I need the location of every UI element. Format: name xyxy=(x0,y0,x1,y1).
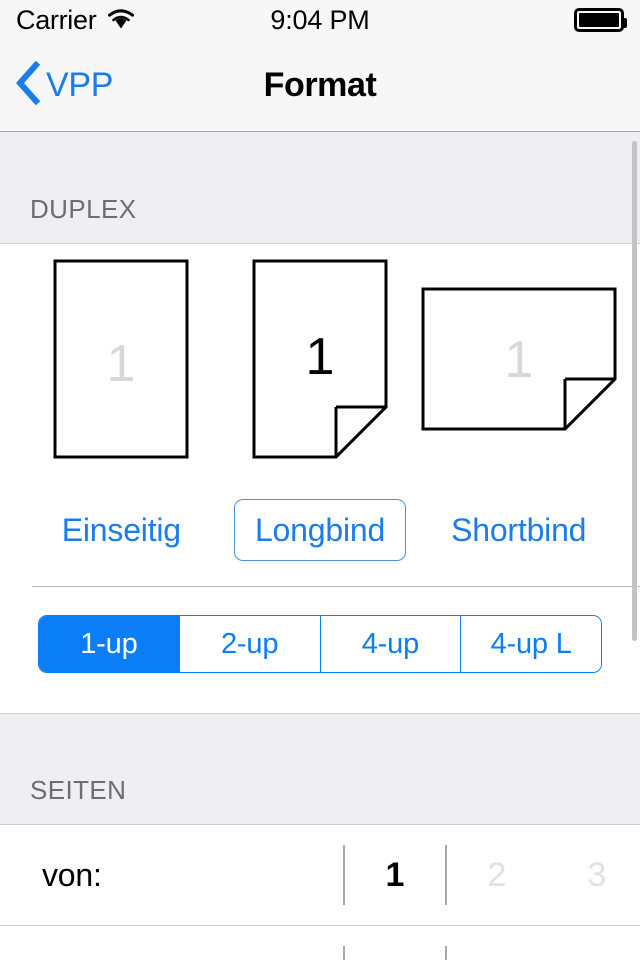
nup-segmented-wrap: 1-up 2-up 4-up 4-up L xyxy=(0,587,640,713)
status-bar-right xyxy=(574,8,627,32)
seiten-row-von[interactable]: von: 1 2 3 xyxy=(0,825,640,925)
seiten-row-bis[interactable]: bis: 1 2 3 xyxy=(0,925,640,960)
duplex-icon-row: 1 1 1 xyxy=(0,244,640,474)
picker-selected-value[interactable]: 1 xyxy=(345,956,445,960)
chevron-left-icon xyxy=(14,60,42,111)
section-body-seiten: von: 1 2 3 bis: 1 2 3 xyxy=(0,825,640,960)
duplex-option-shortbind-cell: Shortbind xyxy=(419,499,618,561)
duplex-option-longbind-icon-cell[interactable]: 1 xyxy=(221,244,420,474)
section-header-duplex-label: DUPLEX xyxy=(30,194,137,224)
page-number: 1 xyxy=(306,328,335,386)
page-portrait-icon: 1 xyxy=(53,259,189,459)
duplex-option-longbind-button[interactable]: Longbind xyxy=(233,499,407,561)
back-button-label: VPP xyxy=(46,66,114,104)
picker-selected-value[interactable]: 1 xyxy=(345,856,445,895)
nup-segmented-control[interactable]: 1-up 2-up 4-up 4-up L xyxy=(38,615,602,673)
carrier-label: Carrier xyxy=(16,4,97,35)
app-root: Carrier 9:04 PM VPP Format DUPLEX 1 1 1 … xyxy=(0,0,640,960)
picker-next-value-1[interactable]: 2 xyxy=(447,956,547,960)
battery-full-icon xyxy=(574,8,627,32)
duplex-option-longbind-cell: Longbind xyxy=(221,499,420,561)
section-header-seiten: SEITEN xyxy=(0,713,640,825)
back-button[interactable]: VPP xyxy=(0,40,113,131)
page-landscape-fold-icon: 1 xyxy=(421,287,617,431)
seiten-row-von-picker[interactable]: 1 2 3 xyxy=(343,825,640,925)
wifi-icon xyxy=(106,7,136,34)
duplex-option-einseitig-cell: Einseitig xyxy=(22,499,221,561)
nup-segment-4-up-l[interactable]: 4-up L xyxy=(460,616,601,672)
page-portrait-fold-icon: 1 xyxy=(252,259,388,459)
nup-segment-1-up[interactable]: 1-up xyxy=(39,616,179,672)
duplex-option-einseitig-icon-cell[interactable]: 1 xyxy=(22,244,221,474)
picker-next-value-1[interactable]: 2 xyxy=(447,856,547,895)
section-body-duplex: 1 1 1 Einseitig Longbind Shortbind 1-up … xyxy=(0,244,640,713)
navigation-bar: VPP Format xyxy=(0,40,640,132)
status-bar-left: Carrier xyxy=(16,5,136,36)
duplex-option-einseitig-button[interactable]: Einseitig xyxy=(41,499,202,561)
picker-next-value-2[interactable]: 3 xyxy=(547,856,640,895)
page-number-ghost: 1 xyxy=(504,331,533,389)
picker-next-value-2[interactable]: 3 xyxy=(547,956,640,960)
duplex-option-shortbind-icon-cell[interactable]: 1 xyxy=(419,244,618,474)
vertical-scrollbar[interactable] xyxy=(632,141,637,641)
section-header-seiten-label: SEITEN xyxy=(30,775,127,805)
seiten-row-bis-picker[interactable]: 1 2 3 xyxy=(343,926,640,960)
section-header-duplex: DUPLEX xyxy=(0,132,640,244)
status-bar: Carrier 9:04 PM xyxy=(0,0,640,40)
nup-segment-4-up[interactable]: 4-up xyxy=(319,616,461,672)
duplex-option-shortbind-button[interactable]: Shortbind xyxy=(430,499,607,561)
page-number-ghost: 1 xyxy=(107,335,136,393)
seiten-row-von-label: von: xyxy=(42,856,102,893)
nup-segment-2-up[interactable]: 2-up xyxy=(178,616,320,672)
duplex-label-row: Einseitig Longbind Shortbind xyxy=(0,474,640,586)
